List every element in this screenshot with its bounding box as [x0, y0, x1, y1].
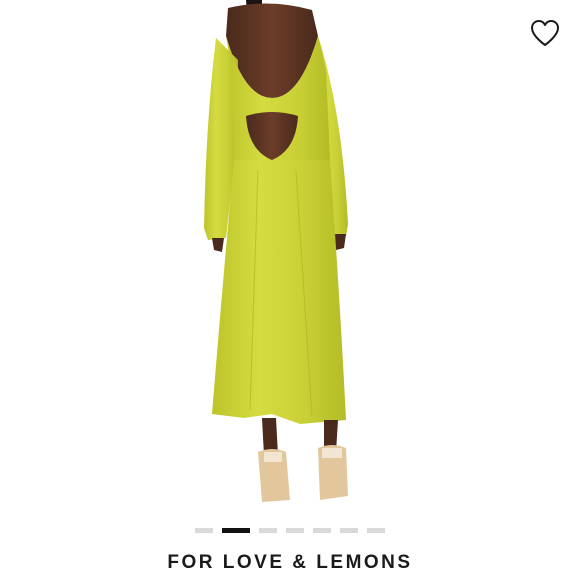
image-carousel-indicator	[0, 526, 580, 534]
carousel-dot-1[interactable]	[195, 527, 213, 533]
carousel-dot-5[interactable]	[313, 527, 331, 533]
wishlist-button[interactable]	[528, 18, 562, 52]
brand-name[interactable]: FOR LOVE & LEMONS	[0, 552, 580, 574]
carousel-dot-3[interactable]	[259, 527, 277, 533]
carousel-dot-4[interactable]	[286, 527, 304, 533]
heart-outline-icon	[530, 19, 560, 52]
product-photo-illustration	[204, 0, 348, 502]
carousel-dot-6[interactable]	[340, 527, 358, 533]
product-photo[interactable]	[0, 0, 580, 515]
carousel-dot-7[interactable]	[367, 527, 385, 533]
carousel-dot-2-active[interactable]	[222, 527, 250, 533]
